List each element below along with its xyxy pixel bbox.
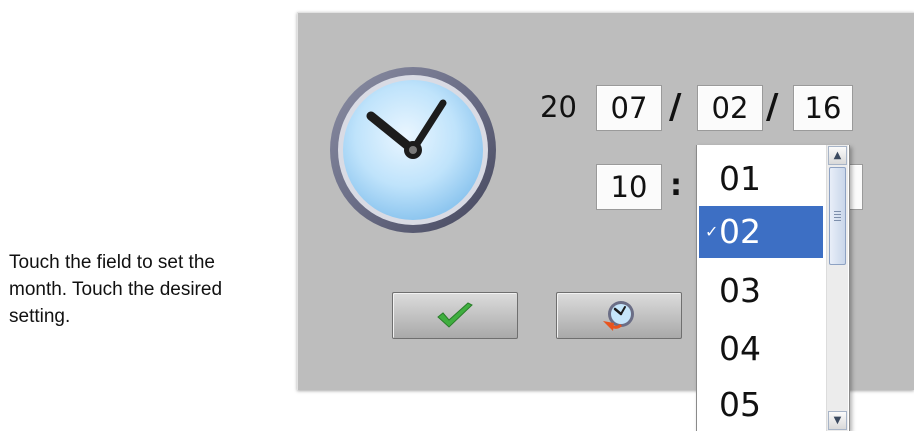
- century-label: 20: [540, 90, 577, 124]
- reset-time-button[interactable]: [556, 292, 682, 339]
- month-dropdown-list[interactable]: 01 ✓ 02 03 04 05 ▲ ▼: [696, 145, 850, 431]
- month-option-selected[interactable]: ✓ 02: [699, 206, 823, 258]
- clock-icon: [330, 67, 496, 233]
- checkmark-icon: [437, 301, 473, 328]
- time-separator: :: [670, 168, 682, 203]
- chevron-up-icon[interactable]: ▲: [828, 146, 847, 165]
- month-option[interactable]: 01: [699, 153, 823, 205]
- clock-reset-icon: [603, 300, 634, 331]
- month-option[interactable]: 05: [699, 379, 823, 431]
- scrollbar-thumb[interactable]: [829, 167, 846, 265]
- date-separator: /: [669, 87, 682, 127]
- date-separator: /: [766, 87, 779, 127]
- day-field[interactable]: 16: [793, 85, 853, 131]
- hour-field[interactable]: 10: [596, 164, 662, 210]
- month-field[interactable]: 02: [697, 85, 763, 131]
- confirm-button[interactable]: [392, 292, 518, 339]
- check-icon: ✓: [705, 222, 719, 241]
- month-option[interactable]: 04: [699, 323, 823, 375]
- year-field[interactable]: 07: [596, 85, 662, 131]
- instruction-text: Touch the field to set the month. Touch …: [9, 252, 223, 327]
- month-option[interactable]: 03: [699, 265, 823, 317]
- chevron-down-icon[interactable]: ▼: [828, 411, 847, 430]
- dropdown-scrollbar[interactable]: ▲ ▼: [826, 145, 848, 431]
